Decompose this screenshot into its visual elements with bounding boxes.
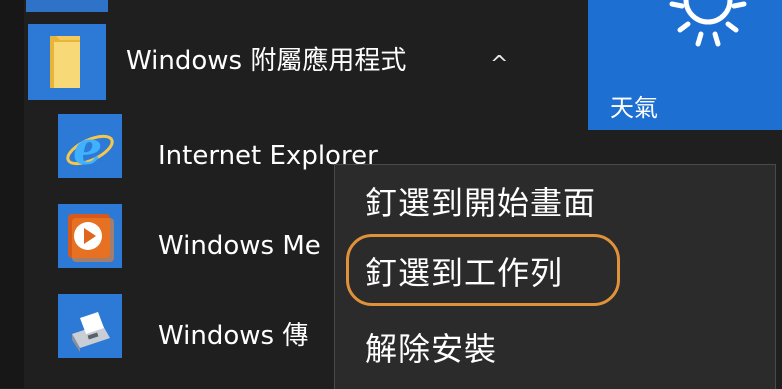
- windows-fax-scan-label[interactable]: Windows 傳: [158, 323, 308, 349]
- windows-media-player-icon: [68, 214, 114, 262]
- highlight-ring: [346, 234, 620, 306]
- partial-tile-top: [26, 0, 108, 12]
- svg-text:e: e: [73, 121, 102, 175]
- pin-to-start-item[interactable]: 釘選到開始畫面: [365, 187, 596, 219]
- windows-fax-scan-icon: [72, 312, 110, 352]
- uninstall-item[interactable]: 解除安裝: [365, 333, 497, 365]
- start-menu-edge: [0, 0, 24, 388]
- sun-icon: [669, 0, 747, 47]
- weather-tile[interactable]: 天氣: [588, 0, 782, 130]
- folder-tile[interactable]: [28, 24, 106, 100]
- folder-icon: [50, 36, 80, 88]
- internet-explorer-tile[interactable]: e: [58, 114, 122, 178]
- internet-explorer-icon: e: [66, 121, 114, 175]
- windows-media-player-label[interactable]: Windows Me: [158, 233, 321, 259]
- folder-label[interactable]: Windows 附屬應用程式: [126, 48, 406, 74]
- weather-label: 天氣: [610, 94, 658, 122]
- windows-media-player-tile[interactable]: [58, 204, 122, 268]
- chevron-up-icon[interactable]: ^: [490, 52, 508, 77]
- windows-fax-scan-tile[interactable]: [58, 294, 122, 358]
